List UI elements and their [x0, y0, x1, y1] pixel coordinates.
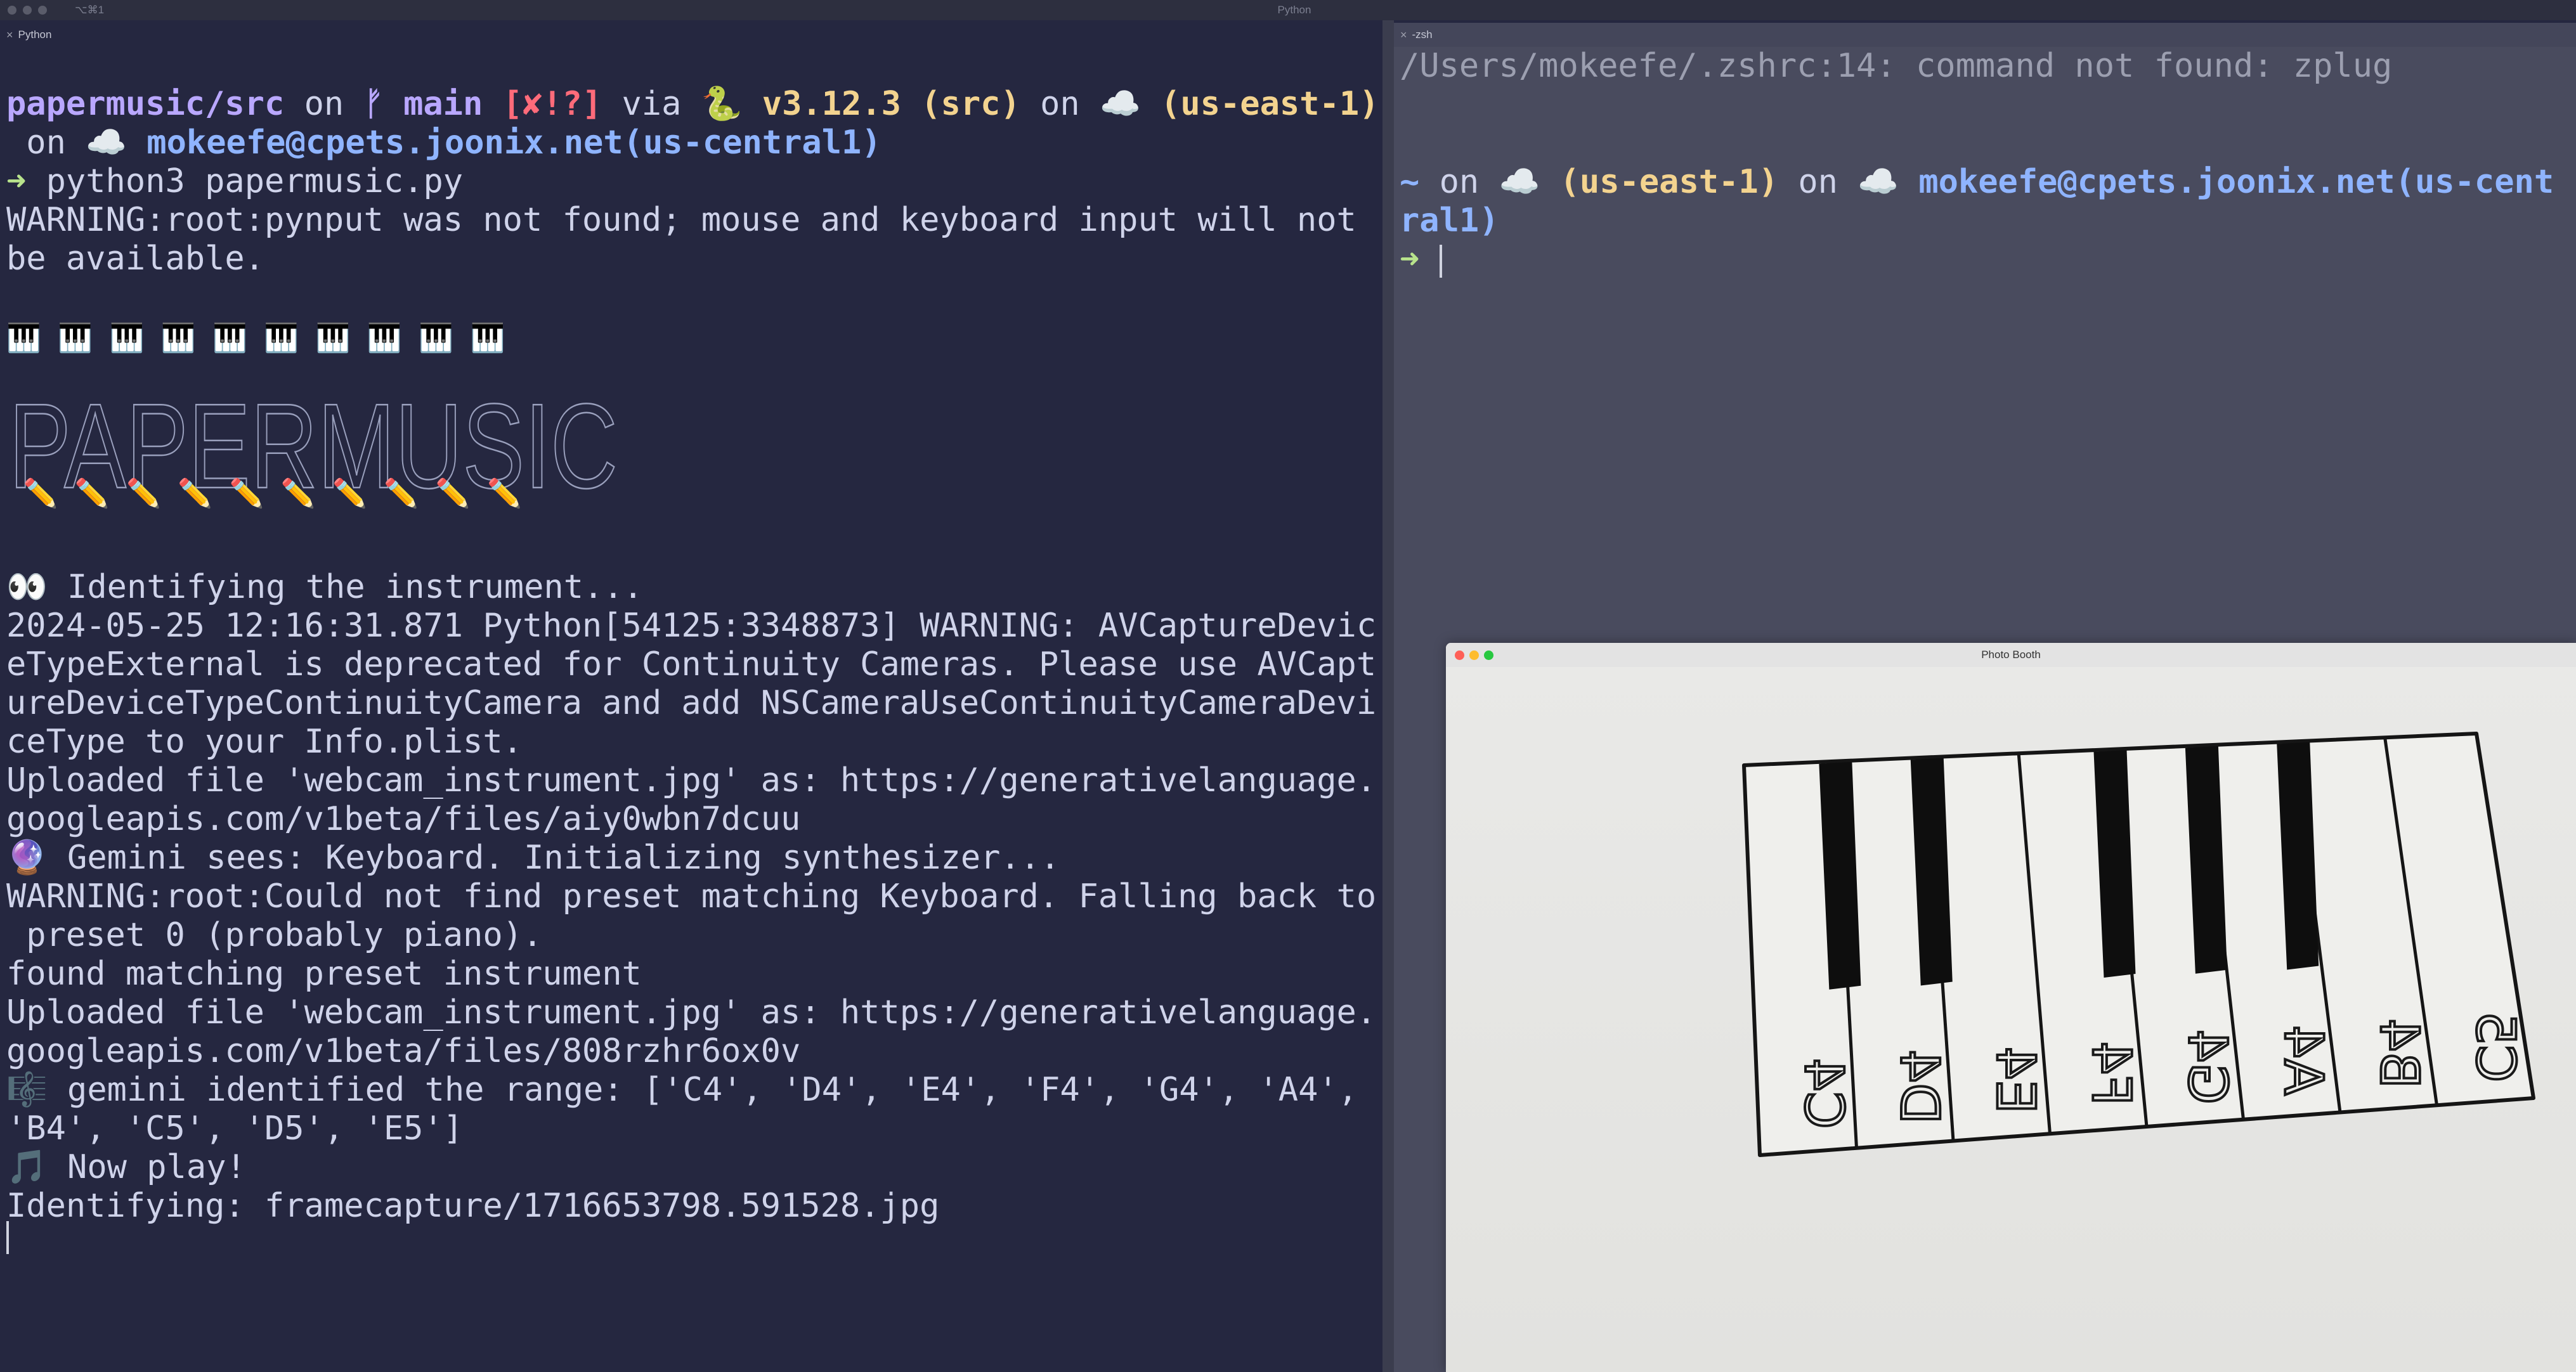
log-line: 'B4', 'C5', 'D5', 'E5']	[6, 1110, 464, 1148]
tab-bar-right: × -zsh	[1394, 23, 2576, 47]
tab-bar-left: × Python	[0, 23, 1382, 47]
key-label: B4	[2369, 1018, 2431, 1089]
log-line: googleapis.com/v1beta/files/aiy0wbn7dcuu	[6, 800, 801, 838]
log-line: ureDeviceTypeContinuityCamera and add NS…	[6, 684, 1377, 722]
log-line: 🎼 gemini identified the range: ['C4', 'D…	[6, 1071, 1358, 1109]
log-line: Identifying: framecapture/1716653798.591…	[6, 1187, 940, 1225]
prompt-line: ~ on ☁️ (us-east-1) on ☁️ mokeefe@cpets.…	[1400, 163, 2554, 201]
photo-booth-titlebar: Photo Booth	[1446, 643, 2576, 668]
close-tab-icon[interactable]: ×	[1400, 29, 1407, 42]
close-tab-icon[interactable]: ×	[6, 29, 13, 42]
prompt-arrow-icon: ➜	[1400, 240, 1420, 278]
log-line: 🎵 Now play!	[6, 1148, 246, 1186]
terminal-pane-left[interactable]: papermusic/src on ᚠ main [✘!?] via 🐍 v3.…	[0, 47, 1382, 1372]
command-text: python3 papermusic.py	[46, 162, 464, 200]
piano-emoji-row: 🎹 🎹 🎹 🎹 🎹 🎹 🎹 🎹 🎹 🎹	[6, 322, 505, 354]
prompt-directory: papermusic/src	[6, 85, 285, 123]
input-line[interactable]: ➜	[1400, 240, 1442, 279]
log-line: WARNING:root:Could not find preset match…	[6, 877, 1377, 916]
python-version: v3.12.3 (src)	[762, 85, 1020, 123]
aws-region: (us-east-1)	[1559, 163, 1778, 201]
log-line: ceType to your Info.plist.	[6, 723, 523, 761]
terminal-cursor	[6, 1217, 9, 1255]
output-line: WARNING:root:pynput was not found; mouse…	[6, 201, 1356, 239]
git-branch-icon: ᚠ	[363, 85, 384, 123]
key-label: C5	[2464, 1011, 2527, 1082]
camera-view: C4 D4 E4 F4 G4 A4 B4 C5	[1446, 667, 2576, 1372]
photo-booth-window[interactable]: Photo Booth C4 D4 E4 F4 G4 A4 B4 C5	[1446, 643, 2576, 1372]
tab-label: -zsh	[1412, 29, 1433, 41]
prompt-arrow-icon: ➜	[6, 162, 27, 200]
log-line: 👀 Identifying the instrument...	[6, 568, 643, 606]
command-line: ➜ python3 papermusic.py	[6, 162, 463, 201]
log-line: preset 0 (probably piano).	[6, 916, 543, 954]
key-label: E4	[1984, 1046, 2046, 1114]
prompt-line: papermusic/src on ᚠ main [✘!?] via 🐍 v3.…	[6, 85, 1379, 123]
git-branch: main	[403, 85, 483, 123]
zsh-error-line: /Users/mokeefe/.zshrc:14: command not fo…	[1400, 47, 2393, 85]
pane-divider[interactable]	[1382, 20, 1394, 1372]
window-title: Python	[1277, 4, 1311, 16]
tab-python[interactable]: × Python	[0, 23, 51, 47]
aws-region: (us-east-1)	[1161, 85, 1379, 123]
log-line: 🔮 Gemini sees: Keyboard. Initializing sy…	[6, 839, 1060, 877]
terminal-cursor	[1439, 245, 1442, 278]
log-line: found matching preset instrument	[6, 955, 642, 993]
gcloud-account: mokeefe@cpets.joonix.net(us-cent	[1918, 163, 2554, 201]
cloud-icon: ☁️	[1100, 85, 1141, 123]
cloud-icon: ☁️	[1499, 163, 1540, 201]
tab-label: Python	[18, 29, 52, 41]
cloud-icon: ☁️	[1857, 163, 1899, 201]
log-line: Uploaded file 'webcam_instrument.jpg' as…	[6, 761, 1377, 799]
prompt-line-2: ral1)	[1400, 202, 1499, 240]
output-line: be available.	[6, 240, 264, 278]
log-line: Uploaded file 'webcam_instrument.jpg' as…	[6, 993, 1377, 1032]
key-label: D4	[1889, 1049, 1951, 1124]
key-label: G4	[2176, 1029, 2239, 1104]
cloud-icon: ☁️	[86, 124, 127, 162]
python-icon: 🐍	[701, 85, 743, 123]
log-line: 2024-05-25 12:16:31.871 Python[54125:334…	[6, 607, 1377, 645]
photo-booth-title: Photo Booth	[1981, 649, 2041, 661]
git-status: [✘!?]	[502, 85, 602, 123]
log-line: eTypeExternal is deprecated for Continui…	[6, 645, 1377, 683]
paper-piano-drawing: C4 D4 E4 F4 G4 A4 B4 C5	[1742, 732, 2535, 1157]
pencil-emoji-row: ✏️ ✏️ ✏️ ✏️ ✏️ ✏️ ✏️ ✏️ ✏️ ✏️	[6, 477, 522, 510]
key-label: F4	[2081, 1041, 2143, 1106]
key-label: A4	[2272, 1025, 2334, 1096]
log-line: googleapis.com/v1beta/files/808rzhr6ox0v	[6, 1032, 801, 1070]
tab-zsh[interactable]: × -zsh	[1394, 23, 1433, 47]
prompt-line-2: on ☁️ mokeefe@cpets.joonix.net(us-centra…	[6, 124, 881, 162]
window-titlebar: ⌥⌘1 Python	[0, 0, 2576, 20]
key-label: C4	[1793, 1058, 1855, 1129]
gcloud-account: mokeefe@cpets.joonix.net(us-central1)	[146, 124, 881, 162]
